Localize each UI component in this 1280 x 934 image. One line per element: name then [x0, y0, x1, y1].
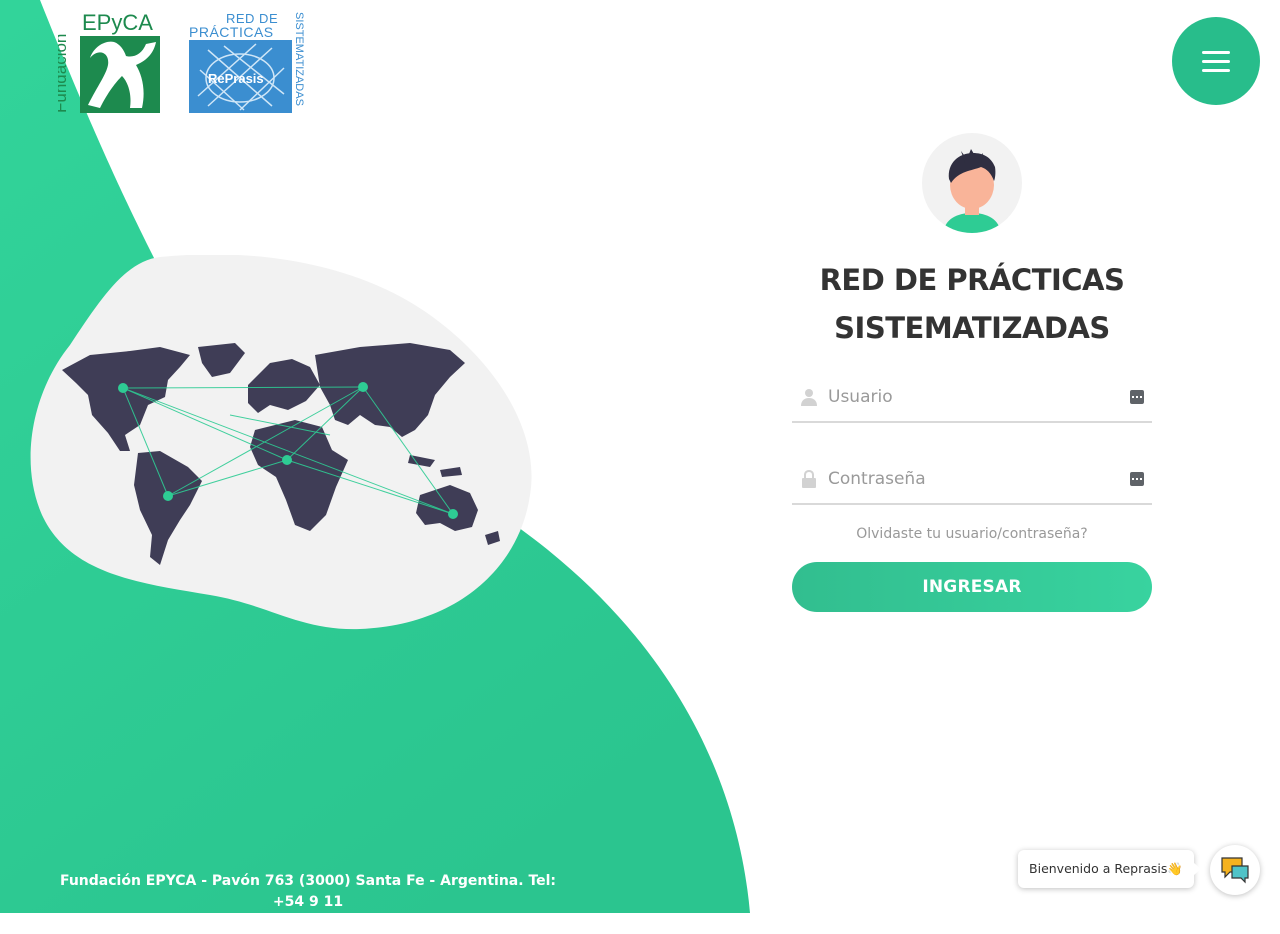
epyca-top-text: EPyCA	[82, 10, 153, 35]
keyboard-icon[interactable]	[1130, 472, 1144, 486]
login-button[interactable]: INGRESAR	[792, 562, 1152, 612]
chat-greeting-text: Bienvenido a Reprasis👋	[1029, 861, 1183, 876]
footer-line1: Fundación EPYCA - Pavón 763 (3000) Santa…	[59, 873, 557, 910]
footer-line2: 30414050 - info@reprasis.org	[190, 915, 426, 931]
menu-icon-bar	[1202, 68, 1230, 72]
password-input[interactable]	[822, 458, 1130, 500]
user-icon	[796, 387, 822, 407]
username-field[interactable]	[792, 373, 1152, 423]
chat-icon	[1221, 857, 1249, 884]
login-title: RED DE PRÁCTICAS SISTEMATIZADAS	[792, 256, 1152, 352]
forgot-credentials-link[interactable]: Olvidaste tu usuario/contraseña?	[792, 526, 1152, 542]
footer-contact: Fundación EPYCA - Pavón 763 (3000) Santa…	[48, 871, 568, 934]
red-logo-badge: RePrasis	[208, 71, 264, 86]
login-title-line2: SISTEMATIZADAS	[834, 311, 1110, 345]
reprasis-logo[interactable]: RED DE PRÁCTICAS SISTEMATIZADAS RePrasis	[188, 10, 312, 114]
chat-launcher-button[interactable]	[1210, 845, 1260, 895]
chat-greeting-bubble[interactable]: Bienvenido a Reprasis👋	[1018, 850, 1201, 888]
login-title-line1: RED DE PRÁCTICAS	[819, 263, 1125, 297]
lock-icon	[796, 469, 822, 489]
world-map-illustration	[30, 255, 532, 630]
menu-icon-bar	[1202, 59, 1230, 63]
epyca-side-text: Fundación	[58, 34, 70, 113]
red-logo-side: SISTEMATIZADAS	[293, 12, 305, 106]
avatar-icon	[922, 133, 1022, 233]
red-logo-line2: PRÁCTICAS	[189, 24, 274, 40]
username-input[interactable]	[822, 376, 1130, 418]
epyca-logo[interactable]: Fundación EPyCA	[51, 10, 162, 114]
menu-icon-bar	[1202, 50, 1230, 54]
menu-button[interactable]	[1172, 17, 1260, 105]
keyboard-icon[interactable]	[1130, 390, 1144, 404]
password-field[interactable]	[792, 455, 1152, 505]
